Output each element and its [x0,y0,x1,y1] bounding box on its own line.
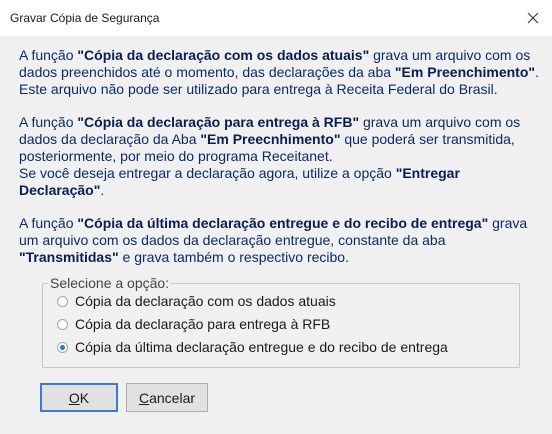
title-bar: Gravar Cópia de Segurança [0,0,552,36]
emphasis-text: "Cópia da última declaração entregue e d… [77,215,489,231]
body-text: A função [19,47,78,63]
description-paragraph: A função "Cópia da declaração com os dad… [19,47,547,98]
close-button[interactable] [520,5,546,31]
emphasis-text: "Cópia da declaração para entrega à RFB" [77,114,360,130]
emphasis-text: "Em Preecnhimento" [200,131,341,147]
ok-mnemonic: O [68,389,80,406]
description-paragraph: A função "Cópia da declaração para entre… [19,114,547,199]
ok-button[interactable]: OK [40,383,118,412]
backup-dialog: Gravar Cópia de Segurança A função "Cópi… [0,0,552,434]
ok-label-rest: K [79,389,90,406]
cancel-label-rest: ancelar [149,389,196,406]
emphasis-text: "Cópia da declaração com os dados atuais… [77,47,370,63]
option-current-data[interactable]: Cópia da declaração com os dados atuais [57,292,336,310]
option-group: Selecione a opção: Cópia da declaração c… [42,275,520,368]
emphasis-text: "Transmitidas" [19,249,119,265]
radio-button[interactable] [57,341,68,353]
emphasis-text: "Em Preenchimento" [394,64,536,80]
cancel-button[interactable]: Cancelar [126,383,208,412]
window-title: Gravar Cópia de Segurança [10,11,160,25]
option-label: Cópia da declaração para entrega à RFB [75,316,331,332]
radio-button[interactable] [57,318,68,330]
body-text: Se você deseja entregar a declaração ago… [19,165,396,181]
body-text: A função [19,215,78,231]
option-group-legend: Selecione a opção: [48,275,172,291]
option-last-delivered[interactable]: Cópia da última declaração entregue e do… [57,338,448,356]
option-label: Cópia da última declaração entregue e do… [75,339,448,355]
close-icon [527,12,539,24]
body-text: e grava também o respectivo recibo. [118,249,349,265]
cancel-mnemonic: C [138,389,150,406]
body-text: . [100,182,105,198]
radio-button[interactable] [57,295,68,307]
description-paragraph: A função "Cópia da última declaração ent… [19,215,547,266]
option-label: Cópia da declaração com os dados atuais [75,293,336,309]
description-text: A função "Cópia da declaração com os dad… [19,47,547,282]
body-text: A função [19,114,78,130]
option-rfb-delivery[interactable]: Cópia da declaração para entrega à RFB [57,315,330,333]
